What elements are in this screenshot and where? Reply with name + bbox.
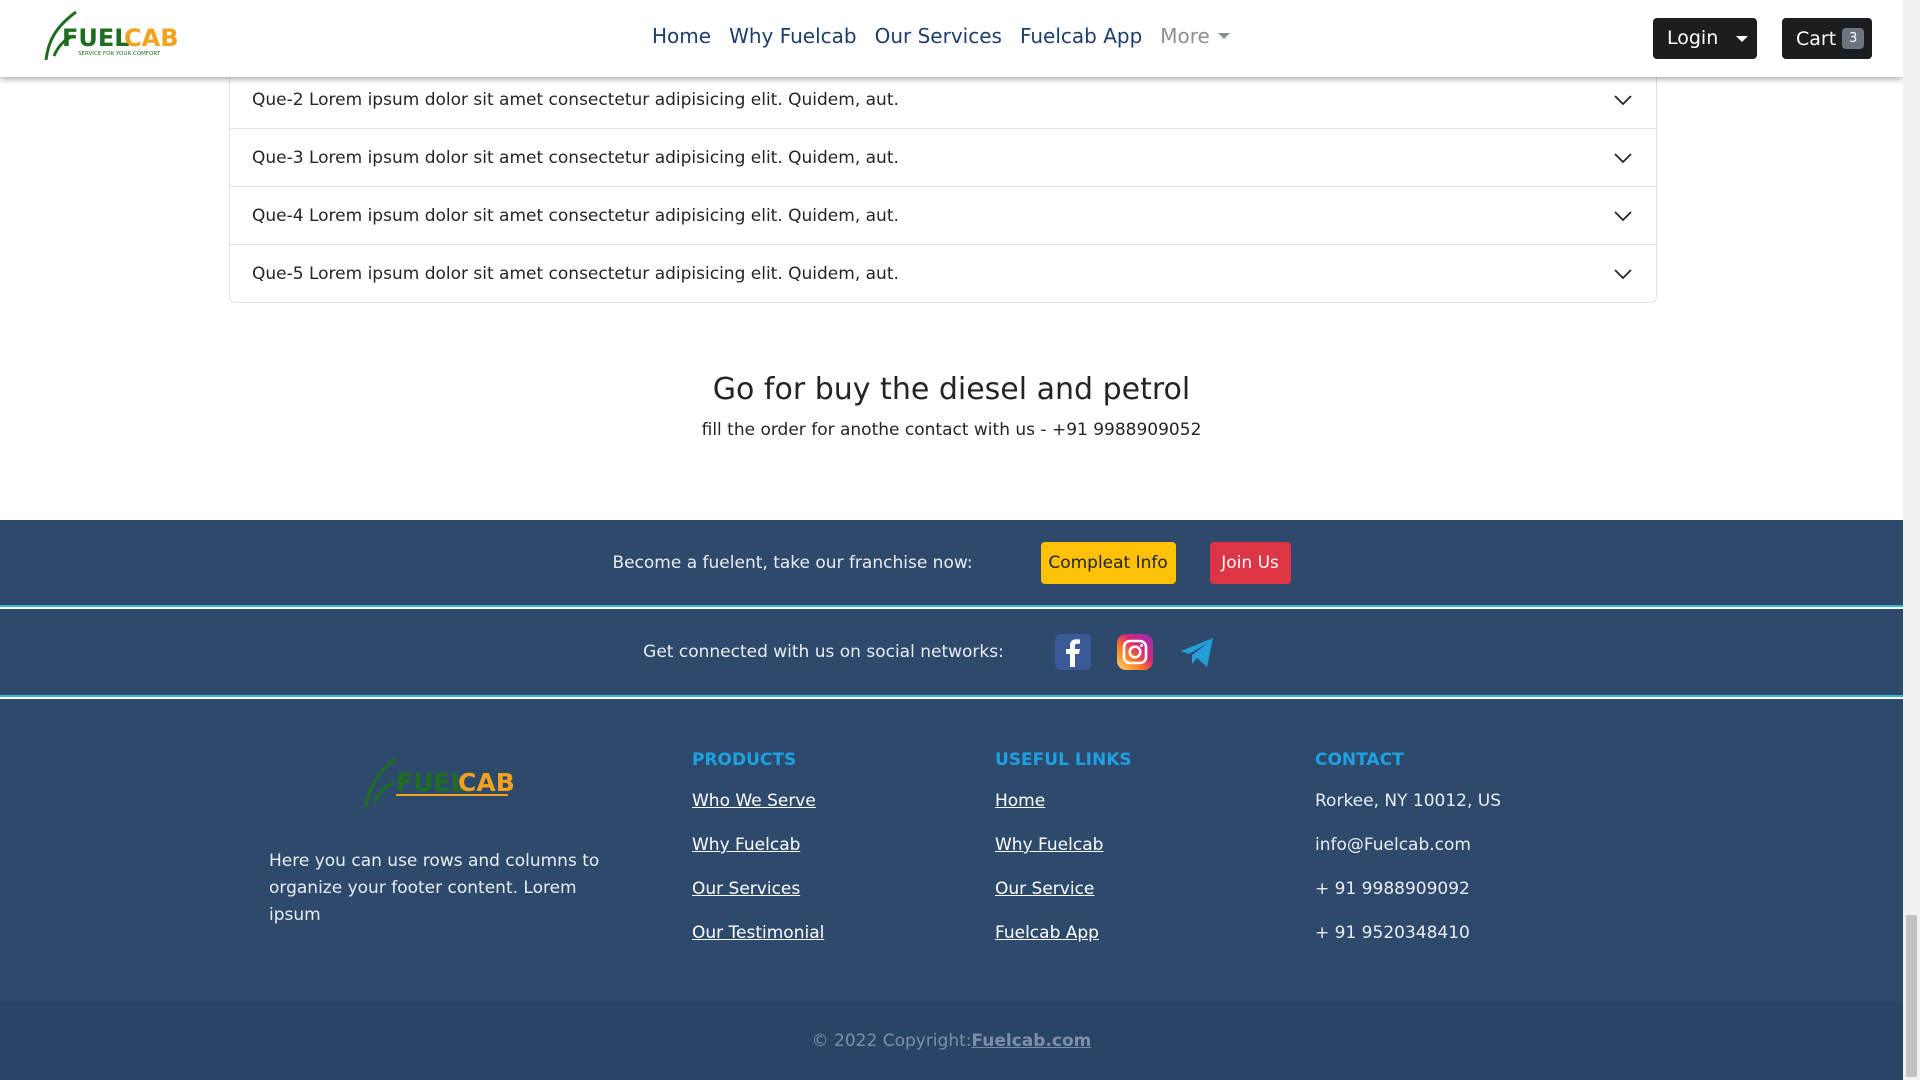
social-bar: Get connected with us on social networks…: [0, 609, 1903, 697]
caret-down-icon: [1217, 33, 1230, 39]
footer-link-our-services[interactable]: Our Services: [692, 878, 824, 900]
nav-our-services[interactable]: Our Services: [875, 24, 1002, 48]
logo-text-cab: CAB: [124, 24, 178, 52]
footer-link-who-we-serve[interactable]: Who We Serve: [692, 790, 824, 812]
page-scrollbar[interactable]: [1903, 0, 1920, 1080]
footer-contact-column: CONTACT Rorkee, NY 10012, US info@Fuelca…: [1315, 750, 1501, 966]
footer-link-home[interactable]: Home: [995, 790, 1132, 812]
chevron-down-icon: [1614, 210, 1632, 221]
social-text: Get connected with us on social networks…: [643, 642, 1004, 662]
scrollbar-thumb[interactable]: [1906, 915, 1917, 1077]
main-nav: Home Why Fuelcab Our Services Fuelcab Ap…: [652, 24, 1230, 48]
faq-item[interactable]: Que-2 Lorem ipsum dolor sit amet consect…: [230, 70, 1656, 128]
footer-link-why-fuelcab[interactable]: Why Fuelcab: [692, 834, 824, 856]
footer-fuelcab-logo: FUEL CAB: [364, 757, 514, 808]
fuelcab-logo[interactable]: FUEL CAB SERVICE FOR YOUR COMFORT: [36, 8, 186, 66]
footer-useful-links-column: USEFUL LINKS Home Why Fuelcab Our Servic…: [995, 750, 1132, 966]
faq-item[interactable]: Que-4 Lorem ipsum dolor sit amet consect…: [230, 186, 1656, 244]
nav-why-fuelcab[interactable]: Why Fuelcab: [729, 24, 857, 48]
faq-accordion: Que-2 Lorem ipsum dolor sit amet consect…: [229, 70, 1657, 303]
login-dropdown-toggle[interactable]: [1723, 18, 1757, 59]
faq-question: Que-5 Lorem ipsum dolor sit amet consect…: [252, 263, 899, 284]
contact-phone-1: + 91 9988909092: [1315, 879, 1470, 899]
join-us-button[interactable]: Join Us: [1209, 541, 1291, 584]
cart-count-badge: 3: [1842, 28, 1865, 49]
contact-email: info@Fuelcab.com: [1315, 835, 1471, 855]
products-heading: PRODUCTS: [692, 750, 797, 770]
instagram-icon[interactable]: [1116, 633, 1154, 671]
chevron-down-icon: [1614, 152, 1632, 163]
compleat-info-button[interactable]: Compleat Info: [1040, 541, 1176, 584]
footer-link-fuelcab-app[interactable]: Fuelcab App: [995, 922, 1132, 944]
faq-question: Que-4 Lorem ipsum dolor sit amet consect…: [252, 205, 899, 226]
order-cta: Go for buy the diesel and petrol fill th…: [0, 372, 1903, 440]
copyright-link[interactable]: Fuelcab.com: [972, 1031, 1092, 1051]
cta-title: Go for buy the diesel and petrol: [712, 372, 1191, 407]
facebook-icon[interactable]: [1054, 633, 1092, 671]
useful-links-heading: USEFUL LINKS: [995, 750, 1132, 770]
login-button-group: Login: [1653, 18, 1757, 59]
chevron-down-icon: [1614, 94, 1632, 105]
footer-about-text: Here you can use rows and columns to org…: [269, 851, 600, 925]
faq-question: Que-3 Lorem ipsum dolor sit amet consect…: [252, 147, 899, 168]
contact-phone-2: + 91 9520348410: [1315, 923, 1470, 943]
logo-text-fuel: FUEL: [62, 24, 130, 52]
cta-subtitle: fill the order for anothe contact with u…: [701, 420, 1202, 440]
nav-home[interactable]: Home: [652, 24, 711, 48]
contact-address: Rorkee, NY 10012, US: [1315, 791, 1502, 811]
contact-heading: CONTACT: [1315, 750, 1404, 770]
faq-question: Que-2 Lorem ipsum dolor sit amet consect…: [252, 89, 899, 110]
faq-item[interactable]: Que-3 Lorem ipsum dolor sit amet consect…: [230, 128, 1656, 186]
footer-link-why-fuelcab-2[interactable]: Why Fuelcab: [995, 834, 1132, 856]
copyright-text: © 2022 Copyright:: [811, 1030, 972, 1051]
login-button[interactable]: Login: [1653, 18, 1723, 59]
chevron-down-icon: [1614, 268, 1632, 279]
logo-tagline: SERVICE FOR YOUR COMFORT: [78, 51, 161, 57]
nav-fuelcab-app[interactable]: Fuelcab App: [1020, 24, 1142, 48]
nav-more-dropdown[interactable]: More: [1160, 24, 1230, 48]
cart-button[interactable]: Cart 3: [1782, 18, 1872, 59]
franchise-bar: Become a fuelent, take our franchise now…: [0, 520, 1903, 607]
franchise-text: Become a fuelent, take our franchise now…: [612, 552, 973, 573]
telegram-icon[interactable]: [1178, 633, 1216, 671]
footer-link-our-service[interactable]: Our Service: [995, 878, 1132, 900]
navbar: FUEL CAB SERVICE FOR YOUR COMFORT Home W…: [0, 0, 1903, 77]
footer-products-column: PRODUCTS Who We Serve Why Fuelcab Our Se…: [692, 750, 824, 966]
caret-down-icon: [1736, 35, 1748, 42]
footer-logo-text-fuel: FUEL: [396, 768, 466, 797]
footer-link-our-testimonial[interactable]: Our Testimonial: [692, 922, 824, 944]
footer-logo-text-cab: CAB: [458, 768, 514, 797]
copyright-bar: © 2022 Copyright: Fuelcab.com: [0, 1001, 1903, 1080]
faq-item[interactable]: Que-5 Lorem ipsum dolor sit amet consect…: [230, 244, 1656, 302]
nav-more-label: More: [1160, 24, 1210, 48]
cart-label: Cart: [1796, 27, 1837, 50]
